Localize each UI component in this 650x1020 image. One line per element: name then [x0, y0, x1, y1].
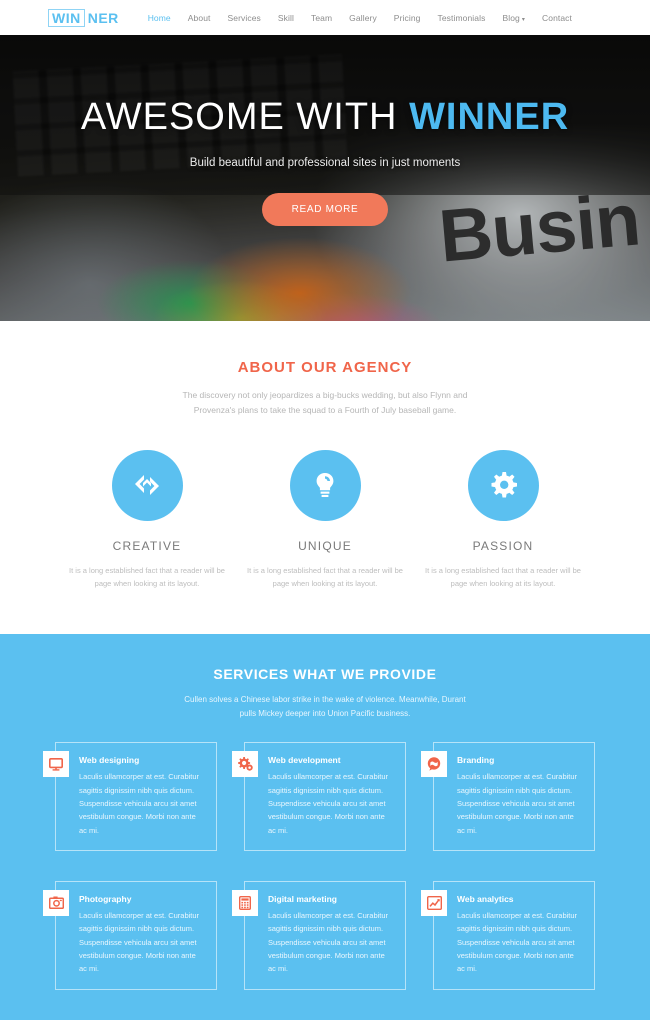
hero-title-plain: AWESOME WITH [80, 96, 410, 138]
feature-icon-circle [111, 449, 183, 521]
service-card-digital-marketing[interactable]: Digital marketing Laculis ullamcorper at… [232, 880, 406, 990]
service-name: Web analytics [457, 893, 514, 904]
feature-text: It is a long established fact that a rea… [425, 565, 581, 588]
nav-item-testimonials[interactable]: Testimonials [437, 13, 485, 23]
nav-item-pricing[interactable]: Pricing [394, 13, 421, 23]
service-name: Web designing [79, 755, 140, 766]
line-chart-icon [426, 895, 442, 910]
service-icon-box [421, 889, 447, 916]
service-name: Web development [268, 755, 341, 766]
monitor-icon [49, 757, 63, 771]
feature-creative[interactable]: CREATIVE It is a long established fact t… [58, 449, 236, 590]
site-logo[interactable]: WIN NER [48, 8, 119, 27]
read-more-button[interactable]: READ MORE [261, 192, 389, 226]
service-text: Laculis ullamcorper at est. Curabitur sa… [268, 772, 389, 835]
hero-title: AWESOME WITH WINNER [0, 96, 650, 139]
site-header: WIN NER Home About Services Skill Team Ga… [0, 0, 650, 35]
speech-bubble-icon [427, 757, 441, 771]
service-text: Laculis ullamcorper at est. Curabitur sa… [457, 772, 578, 835]
feature-title: UNIQUE [298, 538, 352, 553]
about-features: CREATIVE It is a long established fact t… [0, 449, 650, 590]
feature-unique[interactable]: UNIQUE It is a long established fact tha… [236, 449, 414, 590]
feature-text: It is a long established fact that a rea… [69, 565, 225, 588]
nav-item-about[interactable]: About [188, 13, 211, 23]
main-navigation: Home About Services Skill Team Gallery P… [148, 13, 602, 23]
service-card-web-analytics[interactable]: Web analytics Laculis ullamcorper at est… [421, 880, 595, 990]
service-icon-box [43, 751, 69, 778]
gear-icon [490, 471, 517, 499]
service-name: Photography [79, 893, 132, 904]
hero-section: Busin AWESOME WITH WINNER Build beautifu… [0, 35, 650, 321]
camera-icon [48, 896, 64, 910]
nav-item-home[interactable]: Home [148, 13, 171, 23]
feature-title: CREATIVE [112, 538, 182, 553]
service-text: Laculis ullamcorper at est. Curabitur sa… [457, 910, 578, 974]
nav-item-blog-label: Blog [502, 12, 520, 23]
feature-icon-circle [289, 449, 361, 521]
service-text: Laculis ullamcorper at est. Curabitur sa… [79, 910, 200, 974]
service-text: Laculis ullamcorper at est. Curabitur sa… [79, 772, 200, 835]
services-title: SERVICES WHAT WE PROVIDE [213, 666, 437, 682]
services-subtitle: Cullen solves a Chinese labor strike in … [184, 695, 466, 718]
logo-box-text: WIN [48, 8, 85, 27]
chevron-down-icon: ▾ [521, 16, 525, 23]
hero-content: AWESOME WITH WINNER Build beautiful and … [0, 35, 650, 226]
nav-item-blog[interactable]: Blog ▾ [502, 13, 525, 23]
about-title: ABOUT OUR AGENCY [237, 359, 413, 376]
service-card-web-designing[interactable]: Web designing Laculis ullamcorper at est… [43, 742, 217, 851]
service-card-branding[interactable]: Branding Laculis ullamcorper at est. Cur… [421, 742, 595, 851]
interlocking-diamonds-icon [132, 473, 162, 497]
feature-title: PASSION [472, 538, 534, 553]
about-subtitle: The discovery not only jeopardizes a big… [182, 390, 468, 415]
nav-item-services[interactable]: Services [227, 13, 260, 23]
nav-item-gallery[interactable]: Gallery [349, 13, 377, 23]
service-name: Branding [457, 755, 495, 766]
nav-item-contact[interactable]: Contact [542, 13, 572, 23]
feature-text: It is a long established fact that a rea… [247, 565, 403, 588]
service-text: Laculis ullamcorper at est. Curabitur sa… [268, 910, 389, 974]
hero-title-accent: WINNER [409, 96, 570, 138]
nav-item-skill[interactable]: Skill [278, 13, 294, 23]
service-icon-box [232, 751, 258, 778]
hero-subtitle: Build beautiful and professional sites i… [189, 156, 461, 169]
feature-icon-circle [467, 449, 539, 521]
lightbulb-icon [314, 471, 336, 499]
service-name: Digital marketing [268, 893, 337, 904]
service-card-photography[interactable]: Photography Laculis ullamcorper at est. … [43, 880, 217, 990]
feature-passion[interactable]: PASSION It is a long established fact th… [414, 449, 592, 590]
service-icon-box [43, 889, 69, 916]
service-icon-box [421, 751, 447, 778]
calculator-icon [239, 895, 251, 910]
service-card-web-development[interactable]: Web development Laculis ullamcorper at e… [232, 742, 406, 851]
gears-icon [237, 757, 253, 771]
services-grid: Web designing Laculis ullamcorper at est… [43, 742, 595, 990]
logo-rest-text: NER [87, 9, 119, 26]
about-section: ABOUT OUR AGENCY The discovery not only … [0, 321, 650, 634]
service-icon-box [232, 889, 258, 916]
services-section: SERVICES WHAT WE PROVIDE Cullen solves a… [0, 634, 650, 1020]
nav-item-team[interactable]: Team [311, 13, 332, 23]
